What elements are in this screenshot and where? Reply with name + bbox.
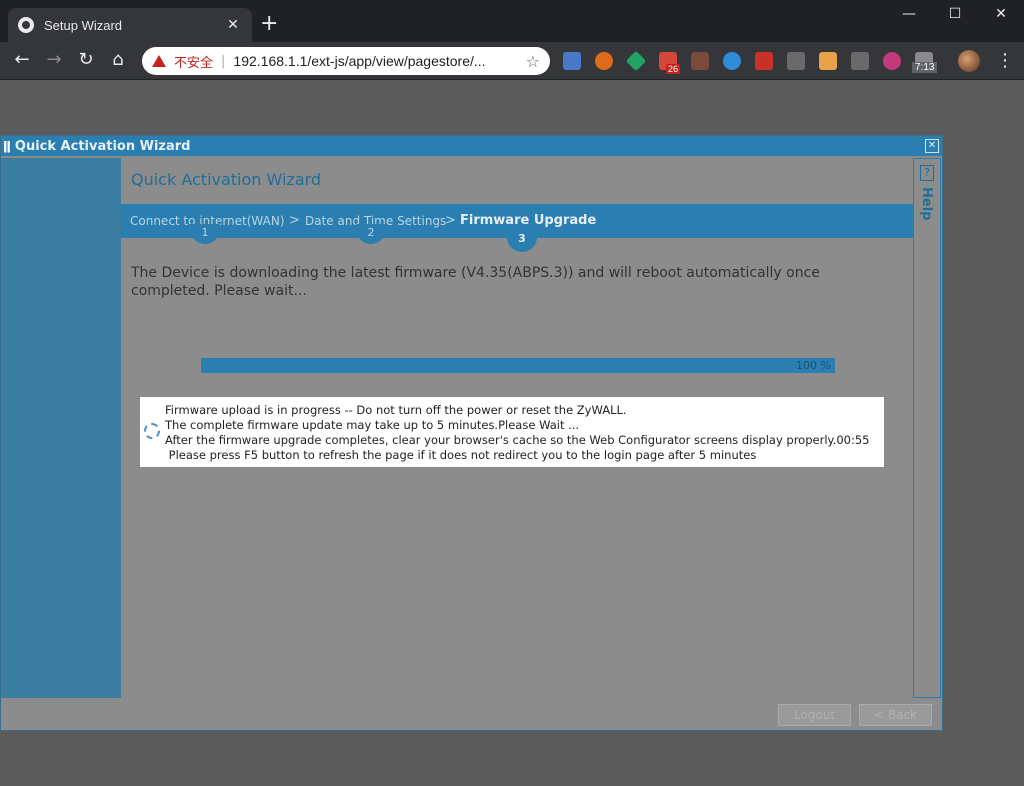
insecure-label: 不安全 [174,55,214,71]
modal-line: After the firmware upgrade completes, cl… [165,433,870,447]
mail-count-badge: 26 [666,64,681,74]
wizard-footer: Logout < Back [1,698,942,730]
globe-extension-icon[interactable] [723,52,741,70]
tab-close-icon[interactable]: ✕ [224,17,242,33]
chevron-right-icon: > [445,213,456,228]
wizard-header: ǁ Quick Activation Wizard ✕ [1,136,942,156]
forward-arrow-icon[interactable]: → [42,50,66,70]
logout-button[interactable]: Logout [778,704,851,726]
wizard-steps-bar: Connect to internet(WAN) > Date and Time… [121,204,913,252]
pdf-extension-icon[interactable] [755,52,773,70]
globe-icon [18,17,34,33]
separator: | [221,53,226,69]
wizard-title: Quick Activation Wizard [131,170,322,189]
tools-icon: ǁ [3,139,11,153]
step-number-2: 2 [356,224,386,244]
browser-tab[interactable]: Setup Wizard ✕ [8,8,252,42]
tab-title: Setup Wizard [44,17,123,33]
new-tab-button[interactable]: + [260,13,278,35]
menu-icon[interactable]: ⋮ [996,50,1014,71]
download-message: The Device is downloading the latest fir… [131,265,820,299]
wizard-side-panel [1,158,121,698]
maximize-button[interactable]: ☐ [932,6,978,22]
minimize-button[interactable]: — [886,6,932,22]
camera-extension-icon[interactable] [851,52,869,70]
modal-message: Firmware upload is in progress -- Do not… [165,403,869,463]
extension-icon-yellow[interactable] [819,52,837,70]
home-icon[interactable]: ⌂ [106,50,130,70]
progress-text: 100 % [796,359,831,372]
warning-icon [152,55,166,67]
time-badge: 7:13 [912,62,938,73]
modal-line: The complete firmware update may take up… [165,418,580,432]
profile-avatar[interactable] [958,50,980,72]
chevron-right-icon: > [289,213,300,228]
help-panel[interactable]: ? Help [913,158,941,698]
firmware-progress-modal: Firmware upload is in progress -- Do not… [140,397,884,467]
modal-line: Firmware upload is in progress -- Do not… [165,403,627,417]
step-firmware-label: Firmware Upgrade [460,213,597,228]
modal-line: Please press F5 button to refresh the pa… [165,448,757,462]
bookmark-star-icon[interactable]: ☆ [526,52,540,71]
browser-titlebar: Setup Wizard ✕ + — ☐ ✕ [0,0,1024,42]
window-close-button[interactable]: ✕ [978,6,1024,22]
wizard-close-button[interactable]: ✕ [925,139,939,153]
extension-icon-face[interactable] [691,52,709,70]
translate-extension-icon[interactable] [563,52,581,70]
back-arrow-icon[interactable]: ← [10,50,34,70]
progress-bar: 100 % [201,358,835,373]
browser-toolbar: ← → ↻ ⌂ 不安全 | 192.168.1.1/ext-js/app/vie… [0,42,1024,80]
cloud-extension-icon[interactable] [883,52,901,70]
back-button[interactable]: < Back [859,704,932,726]
address-bar[interactable]: 不安全 | 192.168.1.1/ext-js/app/view/pagest… [142,47,550,75]
extension-icon-orange[interactable] [595,52,613,70]
reload-icon[interactable]: ↻ [74,50,98,70]
step-number-1: 1 [190,224,220,244]
help-icon[interactable]: ? [920,165,934,181]
loading-spinner-icon [144,423,160,439]
progress-fill [201,358,835,373]
wizard-window-title: Quick Activation Wizard [14,138,191,154]
lock-extension-icon[interactable] [787,52,805,70]
step-number-3: 3 [507,230,537,252]
help-label[interactable]: Help [919,187,934,220]
url-text[interactable]: 192.168.1.1/ext-js/app/view/pagestore/..… [233,53,525,69]
